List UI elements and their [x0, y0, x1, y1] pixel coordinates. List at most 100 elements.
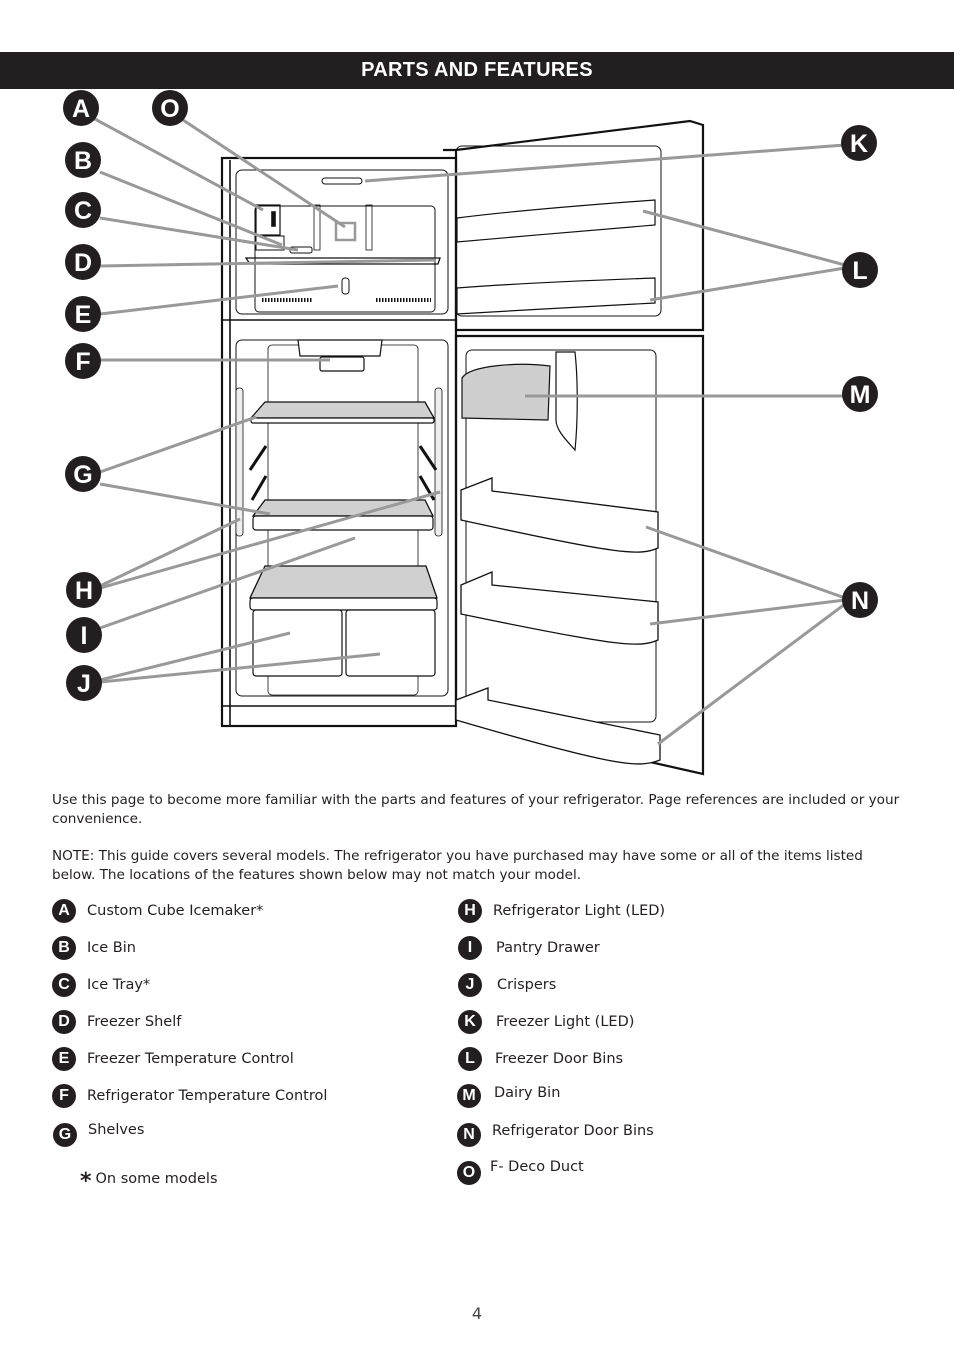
callout-g: G [65, 456, 101, 492]
legend-label: Freezer Temperature Control [87, 1051, 294, 1067]
legend-label: F- Deco Duct [490, 1159, 584, 1175]
svg-text:I: I [81, 622, 88, 650]
legend-item: C Ice Tray* [52, 972, 150, 998]
door-divider-shape [555, 351, 578, 452]
crisper-cover-shape [248, 565, 438, 599]
callout-d: D [65, 244, 101, 280]
callout-m: M [842, 376, 878, 412]
legend-badge: I [458, 936, 482, 960]
legend-badge: K [458, 1010, 482, 1034]
callout-j: J [66, 665, 102, 701]
legend-badge: E [52, 1047, 76, 1071]
upper-shelf-shape [249, 401, 436, 419]
refrigerator-illustration [220, 119, 705, 776]
callout-o: O [152, 90, 188, 126]
legend-label: Refrigerator Temperature Control [87, 1088, 328, 1104]
callout-l: L [842, 252, 878, 288]
callout-b: B [65, 142, 101, 178]
refrigerator-diagram: A O B C D E F G H I J K L M N [63, 90, 878, 776]
legend-badge: N [457, 1123, 481, 1147]
svg-text:B: B [74, 147, 92, 175]
section-header: PARTS AND FEATURES [0, 52, 954, 89]
intro-paragraph: Use this page to become more familiar wi… [52, 792, 900, 827]
svg-text:A: A [72, 95, 90, 123]
fridge-door-bin-3 [455, 687, 661, 765]
legend-item: E Freezer Temperature Control [52, 1046, 294, 1072]
fridge-control-panel [297, 339, 383, 357]
page-number: 4 [471, 1304, 483, 1323]
icemaker-slot [271, 211, 276, 227]
svg-text:F: F [75, 348, 90, 376]
legend-item: L Freezer Door Bins [458, 1046, 623, 1072]
legend-item: O F- Deco Duct [457, 1159, 584, 1186]
led-strip-right [434, 387, 443, 537]
legend-badge: D [52, 1010, 76, 1034]
freezer-light-housing [321, 177, 363, 185]
legend-label: Dairy Bin [494, 1085, 561, 1101]
svg-text:L: L [852, 257, 867, 285]
legend-badge: O [457, 1161, 481, 1185]
dairy-bin-shape [461, 363, 551, 421]
legend-label: Shelves [88, 1122, 145, 1138]
callout-a: A [63, 90, 99, 126]
svg-text:J: J [77, 670, 91, 698]
legend-badge: F [52, 1084, 76, 1108]
legend-badge: L [458, 1047, 482, 1071]
svg-text:H: H [75, 577, 93, 605]
svg-text:D: D [74, 249, 92, 277]
legend-badge: G [53, 1123, 77, 1147]
legend-label: Freezer Door Bins [495, 1051, 624, 1067]
legend-label: Refrigerator Door Bins [492, 1123, 654, 1139]
legend-label: Custom Cube Icemaker* [87, 903, 264, 919]
legend-item: F Refrigerator Temperature Control [52, 1083, 327, 1109]
legend-label: Ice Bin [87, 940, 136, 956]
upper-shelf-edge [250, 417, 435, 424]
callout-c: C [65, 192, 101, 228]
led-strip-left [235, 387, 244, 537]
legend-label: Freezer Shelf [87, 1014, 182, 1030]
callout-h: H [66, 572, 102, 608]
legend-item: I Pantry Drawer [458, 935, 600, 961]
legend-badge: A [52, 899, 76, 923]
callout-f: F [65, 343, 101, 379]
fridge-door-bin-1 [460, 477, 659, 553]
legend-label: Pantry Drawer [496, 940, 600, 956]
svg-text:M: M [850, 381, 871, 409]
asterisk-icon: * [80, 1169, 92, 1194]
legend-item: N Refrigerator Door Bins [457, 1122, 654, 1148]
footnote: * On some models [80, 1168, 218, 1194]
legend-item: A Custom Cube Icemaker* [52, 898, 263, 924]
callout-n: N [842, 582, 878, 618]
svg-text:C: C [74, 197, 92, 225]
svg-text:E: E [75, 301, 92, 329]
freezer-vent-right [365, 204, 373, 251]
freezer-door-bin-lower [456, 277, 656, 315]
legend-item: H Refrigerator Light (LED) [458, 898, 665, 924]
footnote-text: On some models [95, 1171, 218, 1187]
crisper-right-shape [345, 609, 436, 677]
legend-item: B Ice Bin [52, 935, 136, 961]
svg-text:G: G [73, 461, 92, 489]
svg-text:K: K [850, 130, 868, 158]
legend-label: Ice Tray* [87, 977, 151, 993]
shelf-supports [248, 445, 438, 501]
fridge-door-bin-2 [460, 571, 659, 645]
legend-item: K Freezer Light (LED) [458, 1009, 634, 1035]
legend-label: Crispers [497, 977, 557, 993]
legend-label: Freezer Light (LED) [496, 1014, 635, 1030]
legend-badge: J [458, 973, 482, 997]
callout-e: E [65, 296, 101, 332]
note-paragraph: NOTE: This guide covers several models. … [52, 848, 863, 883]
legend-badge: H [458, 899, 482, 923]
callout-i: I [66, 617, 102, 653]
freezer-vent-left [313, 204, 321, 251]
legend-item: J Crispers [458, 972, 556, 998]
callout-k: K [841, 125, 877, 161]
crisper-cover-edge [249, 597, 438, 611]
legend-badge: B [52, 936, 76, 960]
svg-text:O: O [160, 95, 179, 123]
legend-badge: C [52, 973, 76, 997]
legend-item: G Shelves [53, 1122, 144, 1148]
freezer-control-knob [341, 277, 350, 295]
freezer-door-bin-upper [456, 199, 656, 243]
